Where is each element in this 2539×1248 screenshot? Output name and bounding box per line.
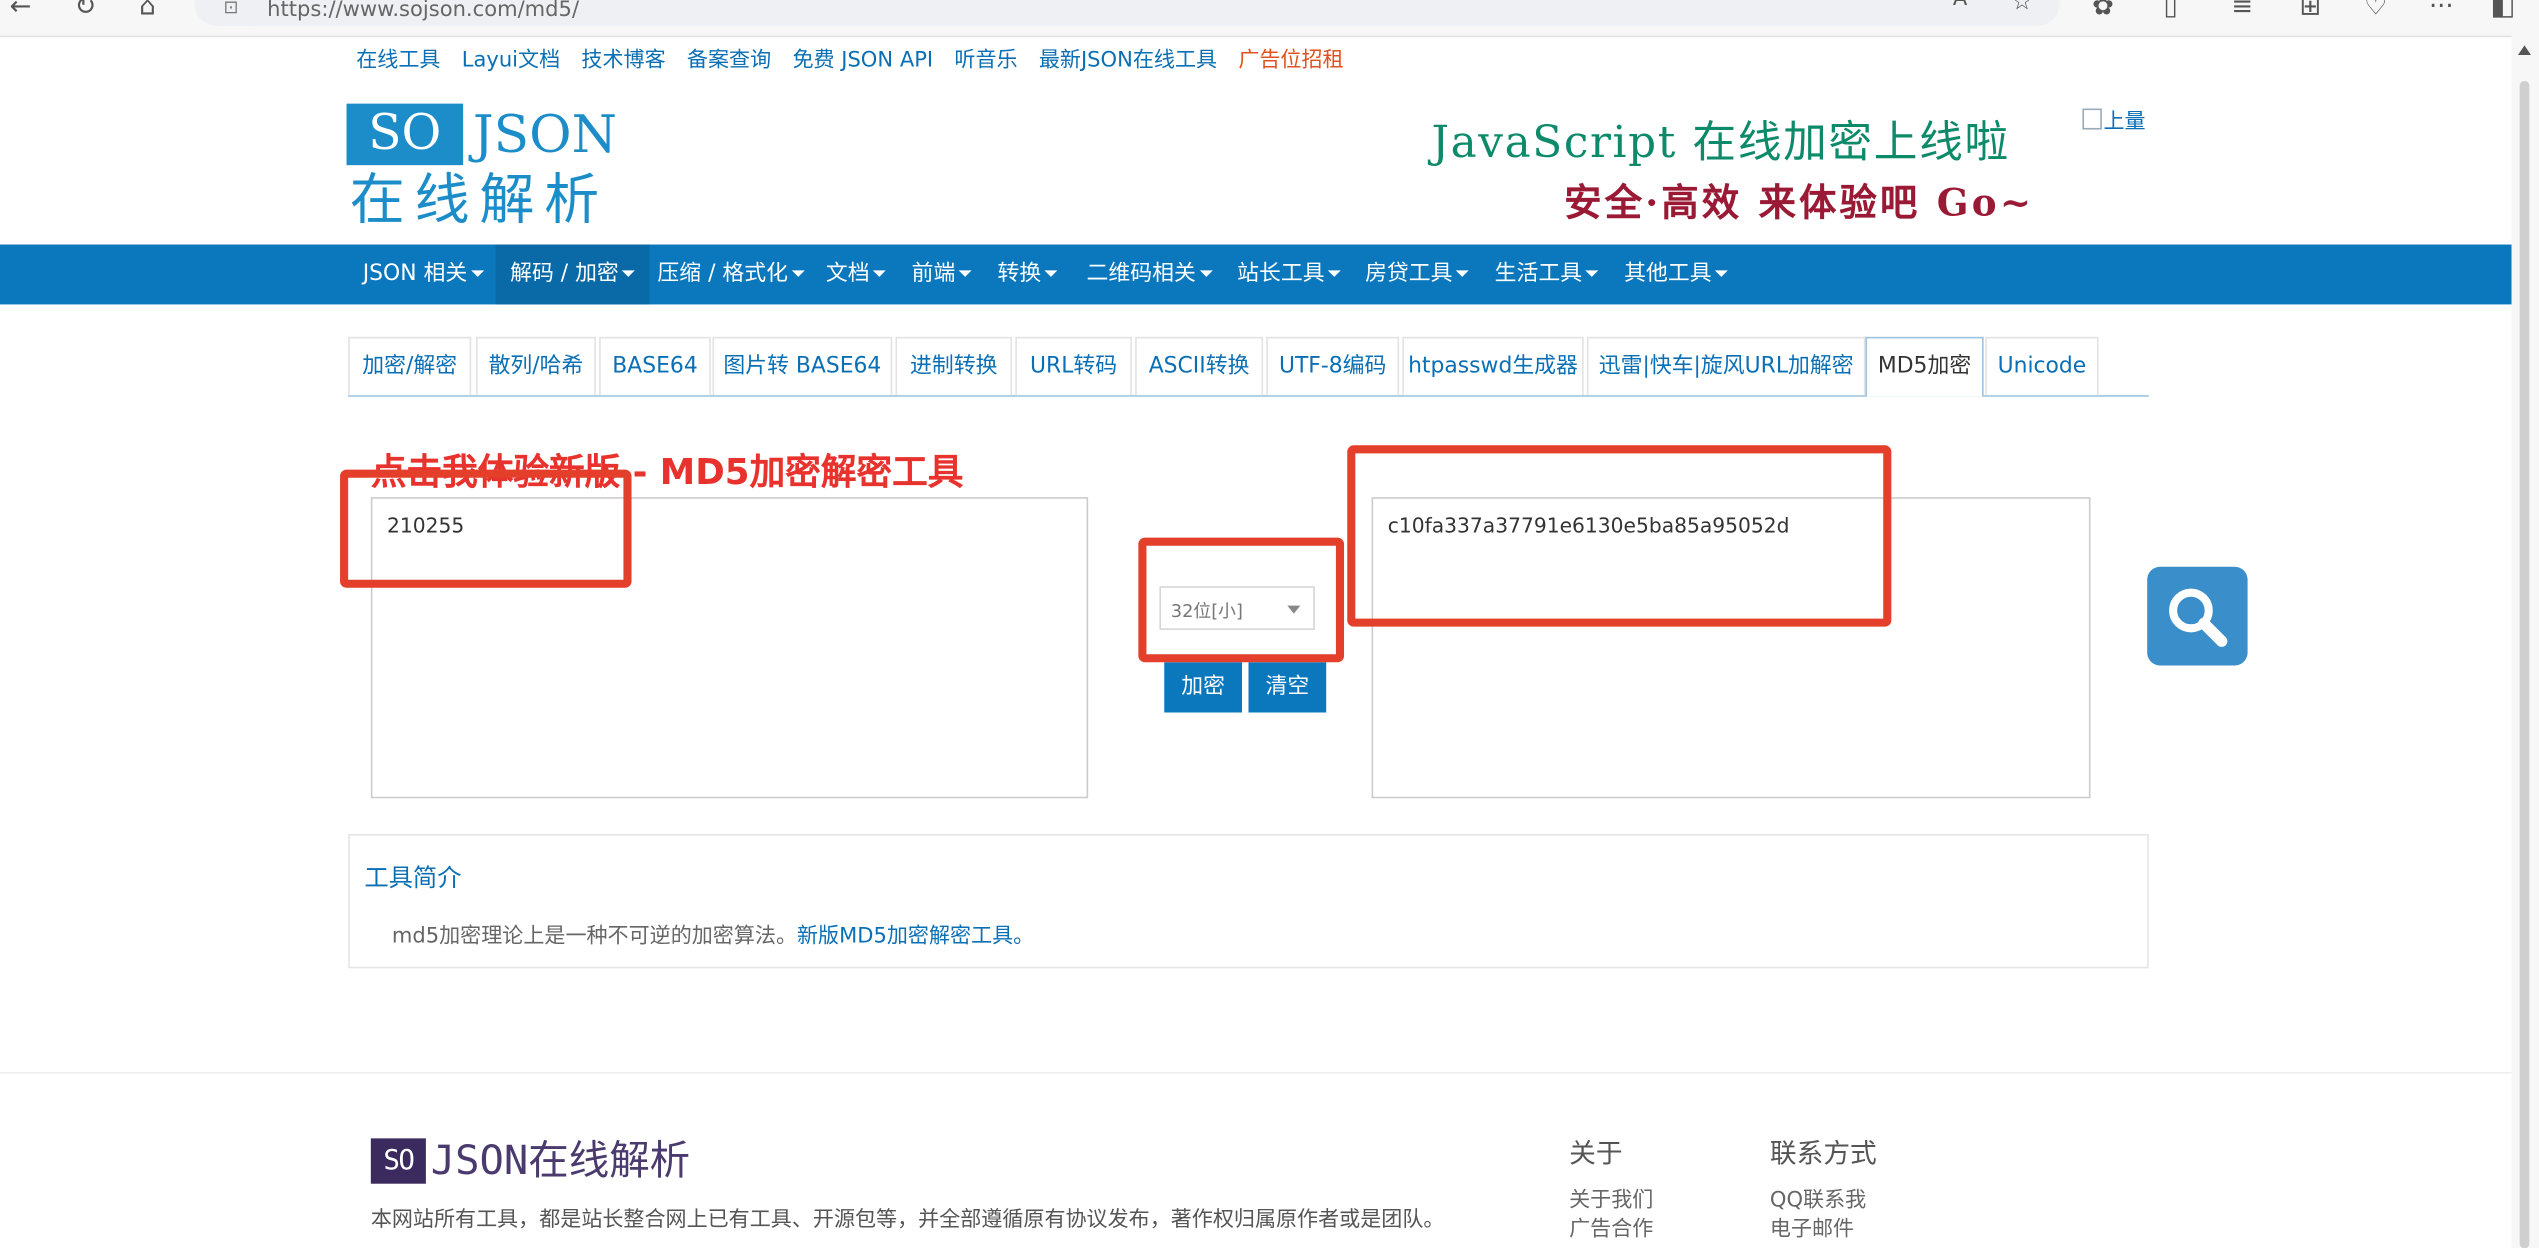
address-url: https://www.sojson.com/md5/ (267, 0, 580, 23)
favorite-star-icon[interactable]: ☆ (2011, 0, 2033, 16)
refresh-icon[interactable]: ↻ (74, 0, 96, 21)
tab-unicode[interactable]: Unicode (1985, 336, 2099, 396)
toplink-api[interactable]: 免费 JSON API (792, 49, 933, 73)
top-links: 在线工具 Layui文档 技术博客 备案查询 免费 JSON API 听音乐 最… (356, 42, 1358, 73)
site-logo[interactable]: SO JSON 在线解析 (346, 103, 677, 234)
tab-ascii[interactable]: ASCII转换 (1135, 336, 1264, 396)
tab-md5[interactable]: MD5加密 (1865, 336, 1984, 397)
home-icon[interactable]: ⌂ (139, 0, 155, 21)
caret-down-icon (791, 270, 805, 277)
logo-so: SO (346, 103, 464, 166)
caret-down-icon (1714, 270, 1728, 277)
split-screen-icon[interactable]: ▯ (2163, 0, 2177, 21)
annotation-box-input (340, 469, 632, 588)
nav-convert[interactable]: 转换 (983, 245, 1072, 305)
nav-decode-encrypt[interactable]: 解码 / 加密 (495, 244, 650, 305)
footer-link-email[interactable]: 电子邮件 (1770, 1211, 1854, 1242)
caret-down-icon (1585, 270, 1599, 277)
tab-radix[interactable]: 进制转换 (895, 336, 1013, 396)
caret-down-icon (1455, 270, 1469, 277)
caret-down-icon (958, 270, 972, 277)
site-info-icon[interactable]: ⊡ (223, 0, 238, 18)
toplink-icp[interactable]: 备案查询 (687, 49, 771, 73)
extensions-icon[interactable]: ✿ (2092, 0, 2114, 21)
toplink-music[interactable]: 听音乐 (954, 49, 1017, 73)
scroll-thumb[interactable] (2519, 80, 2530, 1248)
nav-mortgage[interactable]: 房贷工具 (1350, 245, 1483, 305)
footer-link-qq[interactable]: QQ联系我 (1770, 1182, 1866, 1213)
broken-image-link[interactable]: 上量 (2082, 104, 2146, 134)
nav-life[interactable]: 生活工具 (1480, 245, 1613, 305)
nav-frontend[interactable]: 前端 (897, 245, 986, 305)
caret-down-icon (470, 270, 484, 277)
browser-toolbar: ← ↻ ⌂ ⊡ https://www.sojson.com/md5/ A ☆ … (0, 0, 2539, 38)
address-bar[interactable]: ⊡ https://www.sojson.com/md5/ A ☆ (194, 0, 2060, 26)
toplink-tools[interactable]: 在线工具 (356, 49, 440, 73)
ad-banner-line1[interactable]: JavaScript 在线加密上线啦 (1431, 107, 2009, 170)
footer-link-about-us[interactable]: 关于我们 (1569, 1182, 1653, 1213)
intro-title: 工具简介 (364, 863, 462, 893)
magnifier-icon (2169, 588, 2228, 647)
tool-tabs: 加密/解密 散列/哈希 BASE64 图片转 BASE64 进制转换 URL转码… (348, 336, 2149, 397)
toplink-layui[interactable]: Layui文档 (462, 49, 560, 73)
nav-others[interactable]: 其他工具 (1610, 245, 1743, 305)
collections-icon[interactable]: ⊞ (2299, 0, 2321, 21)
browser-essentials-icon[interactable]: ♡ (2364, 0, 2387, 21)
clear-button[interactable]: 清空 (1248, 662, 1327, 713)
intro-text: md5加密理论上是一种不可逆的加密算法。新版MD5加密解密工具。 (391, 924, 1035, 949)
intro-new-version-link[interactable]: 新版MD5加密解密工具。 (797, 925, 1034, 949)
ad-banner-line2[interactable]: 安全·高效 来体验吧 Go~ (1564, 172, 2034, 227)
nav-qrcode[interactable]: 二维码相关 (1072, 245, 1227, 305)
footer-link-ad-coop[interactable]: 广告合作 (1569, 1211, 1653, 1242)
tool-intro-panel: 工具简介 md5加密理论上是一种不可逆的加密算法。新版MD5加密解密工具。 (348, 833, 2149, 969)
footer-about-title: 关于 (1569, 1138, 1623, 1170)
browser-viewport: ← ↻ ⌂ ⊡ https://www.sojson.com/md5/ A ☆ … (0, 0, 2539, 1248)
toplink-latest[interactable]: 最新JSON在线工具 (1039, 49, 1217, 73)
tab-base64[interactable]: BASE64 (599, 336, 711, 396)
caret-down-icon (622, 270, 635, 277)
page-footer: SO JSON在线解析 本网站所有工具，都是站长整合网上已有工具、开源包等，并全… (0, 1071, 2512, 1248)
encrypt-button[interactable]: 加密 (1164, 662, 1243, 713)
caret-down-icon (1327, 270, 1341, 277)
nav-compress-format[interactable]: 压缩 / 格式化 (643, 245, 819, 305)
nav-webmaster[interactable]: 站长工具 (1223, 245, 1356, 305)
broken-image-icon (2082, 108, 2102, 130)
caret-down-icon (1199, 270, 1213, 277)
footer-contact-title: 联系方式 (1769, 1138, 1877, 1170)
nav-docs[interactable]: 文档 (811, 245, 900, 305)
tab-thunder-url[interactable]: 迅雷|快车|旋风URL加解密 (1586, 336, 1866, 396)
tab-encrypt-decrypt[interactable]: 加密/解密 (348, 336, 472, 396)
annotation-box-select (1138, 537, 1345, 663)
logo-json: JSON (472, 103, 617, 166)
scroll-up-icon[interactable] (2518, 45, 2531, 56)
nav-json[interactable]: JSON 相关 (348, 245, 498, 305)
logo-cn: 在线解析 (349, 168, 609, 234)
tab-hash[interactable]: 散列/哈希 (476, 336, 596, 396)
tab-utf8[interactable]: UTF-8编码 (1266, 336, 1400, 396)
footer-description: 本网站所有工具，都是站长整合网上已有工具、开源包等，并全部遵循原有协议发布，著作… (370, 1207, 1445, 1233)
tab-htpasswd[interactable]: htpasswd生成器 (1402, 336, 1584, 396)
main-navbar: JSON 相关 解码 / 加密 压缩 / 格式化 文档 前端 转换 二维码相关 … (0, 244, 2512, 305)
tab-image-base64[interactable]: 图片转 BASE64 (712, 336, 893, 396)
vertical-scrollbar[interactable] (2511, 35, 2539, 1248)
toplink-ad[interactable]: 广告位招租 (1238, 49, 1343, 73)
caret-down-icon (1044, 270, 1058, 277)
back-icon[interactable]: ← (10, 0, 32, 21)
toplink-blog[interactable]: 技术博客 (581, 49, 665, 73)
read-aloud-icon[interactable]: A (1953, 0, 1967, 11)
caret-down-icon (872, 270, 886, 277)
search-float-button[interactable] (2147, 566, 2248, 666)
tab-url-encode[interactable]: URL转码 (1015, 336, 1132, 396)
more-menu-icon[interactable]: ··· (2429, 0, 2454, 21)
copilot-icon[interactable]: ◧ (2490, 0, 2514, 21)
favorites-list-icon[interactable]: ≡ (2231, 0, 2253, 21)
annotation-box-output (1347, 445, 1892, 627)
